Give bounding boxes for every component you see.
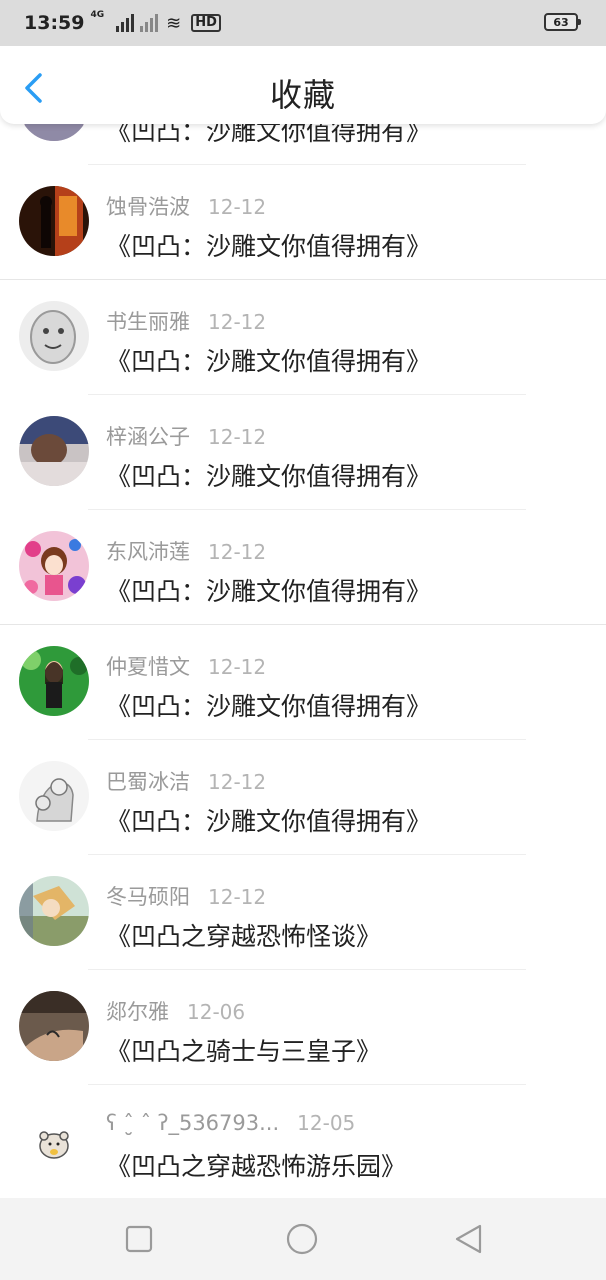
favorite-date: 12-12 <box>208 885 267 909</box>
author-name[interactable]: 冬马硕阳 <box>106 885 190 909</box>
work-title[interactable]: 《凹凸：沙雕文你值得拥有》 <box>106 687 431 723</box>
list-item[interactable]: ʕ ˆ̮ ˆ ʔ_536793... 12-05 《凹凸之穿越恐怖游乐园》 <box>0 1085 606 1200</box>
author-meta: 巴蜀冰洁 12-12 <box>106 766 266 796</box>
author-name[interactable]: 东风沛莲 <box>106 540 190 564</box>
work-title[interactable]: 《凹凸：沙雕文你值得拥有》 <box>106 572 431 608</box>
list-item[interactable]: 书生丽雅 12-12 《凹凸：沙雕文你值得拥有》 <box>0 280 606 395</box>
author-meta: 东风沛莲 12-12 <box>106 536 266 566</box>
recent-apps-button[interactable] <box>122 1222 156 1256</box>
status-time: 13:59 <box>24 12 85 34</box>
system-nav-bar <box>0 1198 606 1280</box>
work-title[interactable]: 《凹凸：沙雕文你值得拥有》 <box>106 457 431 493</box>
list-item[interactable]: 仲夏惜文 12-12 《凹凸：沙雕文你值得拥有》 <box>0 625 606 740</box>
avatar[interactable] <box>19 876 89 946</box>
square-recent-icon <box>125 1225 153 1253</box>
author-name[interactable]: ʕ ˆ̮ ˆ ʔ_536793... <box>106 1111 279 1135</box>
work-title[interactable]: 《凹凸：沙雕文你值得拥有》 <box>106 342 431 378</box>
list-item[interactable]: 东风沛莲 12-12 《凹凸：沙雕文你值得拥有》 <box>0 510 606 625</box>
author-meta: 梓涵公子 12-12 <box>106 421 266 451</box>
hd-icon: HD <box>191 14 221 32</box>
status-bar: 13:59 4G ≋ HD 63 <box>0 0 606 46</box>
avatar[interactable] <box>19 991 89 1061</box>
author-name[interactable]: 蚀骨浩波 <box>106 195 190 219</box>
author-meta: ʕ ˆ̮ ˆ ʔ_536793... 12-05 <box>106 1111 355 1135</box>
circle-home-icon <box>286 1223 318 1255</box>
signal-empty-icon <box>140 14 159 32</box>
battery-icon: 63 <box>544 13 581 31</box>
author-meta: 蚀骨浩波 12-12 <box>106 191 266 221</box>
work-title[interactable]: 《凹凸之穿越恐怖游乐园》 <box>106 1147 406 1183</box>
page-title: 收藏 <box>269 76 336 114</box>
signal-icon <box>116 14 135 32</box>
favorites-screen: 《凹凸：沙雕文你值得拥有》 蚀骨浩波 12-12 《凹凸：沙雕文你值得拥有》 书… <box>0 0 606 1280</box>
favorite-date: 12-12 <box>208 425 267 449</box>
work-title[interactable]: 《凹凸之骑士与三皇子》 <box>106 1032 381 1068</box>
list-item[interactable]: 冬马硕阳 12-12 《凹凸之穿越恐怖怪谈》 <box>0 855 606 970</box>
avatar[interactable] <box>19 301 89 371</box>
favorite-date: 12-12 <box>208 310 267 334</box>
list-item[interactable]: 蚀骨浩波 12-12 《凹凸：沙雕文你值得拥有》 <box>0 165 606 280</box>
favorite-date: 12-12 <box>208 195 267 219</box>
avatar[interactable] <box>19 1106 89 1176</box>
author-name[interactable]: 梓涵公子 <box>106 425 190 449</box>
list-item[interactable]: 梓涵公子 12-12 《凹凸：沙雕文你值得拥有》 <box>0 395 606 510</box>
avatar[interactable] <box>19 416 89 486</box>
avatar[interactable] <box>19 761 89 831</box>
avatar[interactable] <box>19 186 89 256</box>
author-name[interactable]: 仲夏惜文 <box>106 655 190 679</box>
wifi-icon: ≋ <box>166 12 182 34</box>
author-meta: 郯尔雅 12-06 <box>106 996 245 1026</box>
list-item[interactable]: 郯尔雅 12-06 《凹凸之骑士与三皇子》 <box>0 970 606 1085</box>
work-title[interactable]: 《凹凸：沙雕文你值得拥有》 <box>106 802 431 838</box>
list-item[interactable]: 巴蜀冰洁 12-12 《凹凸：沙雕文你值得拥有》 <box>0 740 606 855</box>
author-name[interactable]: 书生丽雅 <box>106 310 190 334</box>
favorite-date: 12-06 <box>187 1000 246 1024</box>
favorite-date: 12-12 <box>208 540 267 564</box>
author-meta: 冬马硕阳 12-12 <box>106 881 266 911</box>
avatar[interactable] <box>19 531 89 601</box>
work-title[interactable]: 《凹凸之穿越恐怖怪谈》 <box>106 917 381 953</box>
favorites-list[interactable]: 《凹凸：沙雕文你值得拥有》 蚀骨浩波 12-12 《凹凸：沙雕文你值得拥有》 书… <box>0 50 606 1200</box>
author-name[interactable]: 郯尔雅 <box>106 1000 169 1024</box>
author-meta: 仲夏惜文 12-12 <box>106 651 266 681</box>
network-label: 4G <box>90 10 105 20</box>
author-meta: 书生丽雅 12-12 <box>106 306 266 336</box>
favorite-date: 12-12 <box>208 655 267 679</box>
work-title[interactable]: 《凹凸：沙雕文你值得拥有》 <box>106 227 431 263</box>
back-nav-button[interactable] <box>452 1222 486 1256</box>
home-button[interactable] <box>285 1222 319 1256</box>
favorite-date: 12-05 <box>297 1111 356 1135</box>
triangle-back-icon <box>455 1224 482 1254</box>
favorite-date: 12-12 <box>208 770 267 794</box>
header-bar: 收藏 <box>0 46 606 124</box>
avatar[interactable] <box>19 646 89 716</box>
author-name[interactable]: 巴蜀冰洁 <box>106 770 190 794</box>
